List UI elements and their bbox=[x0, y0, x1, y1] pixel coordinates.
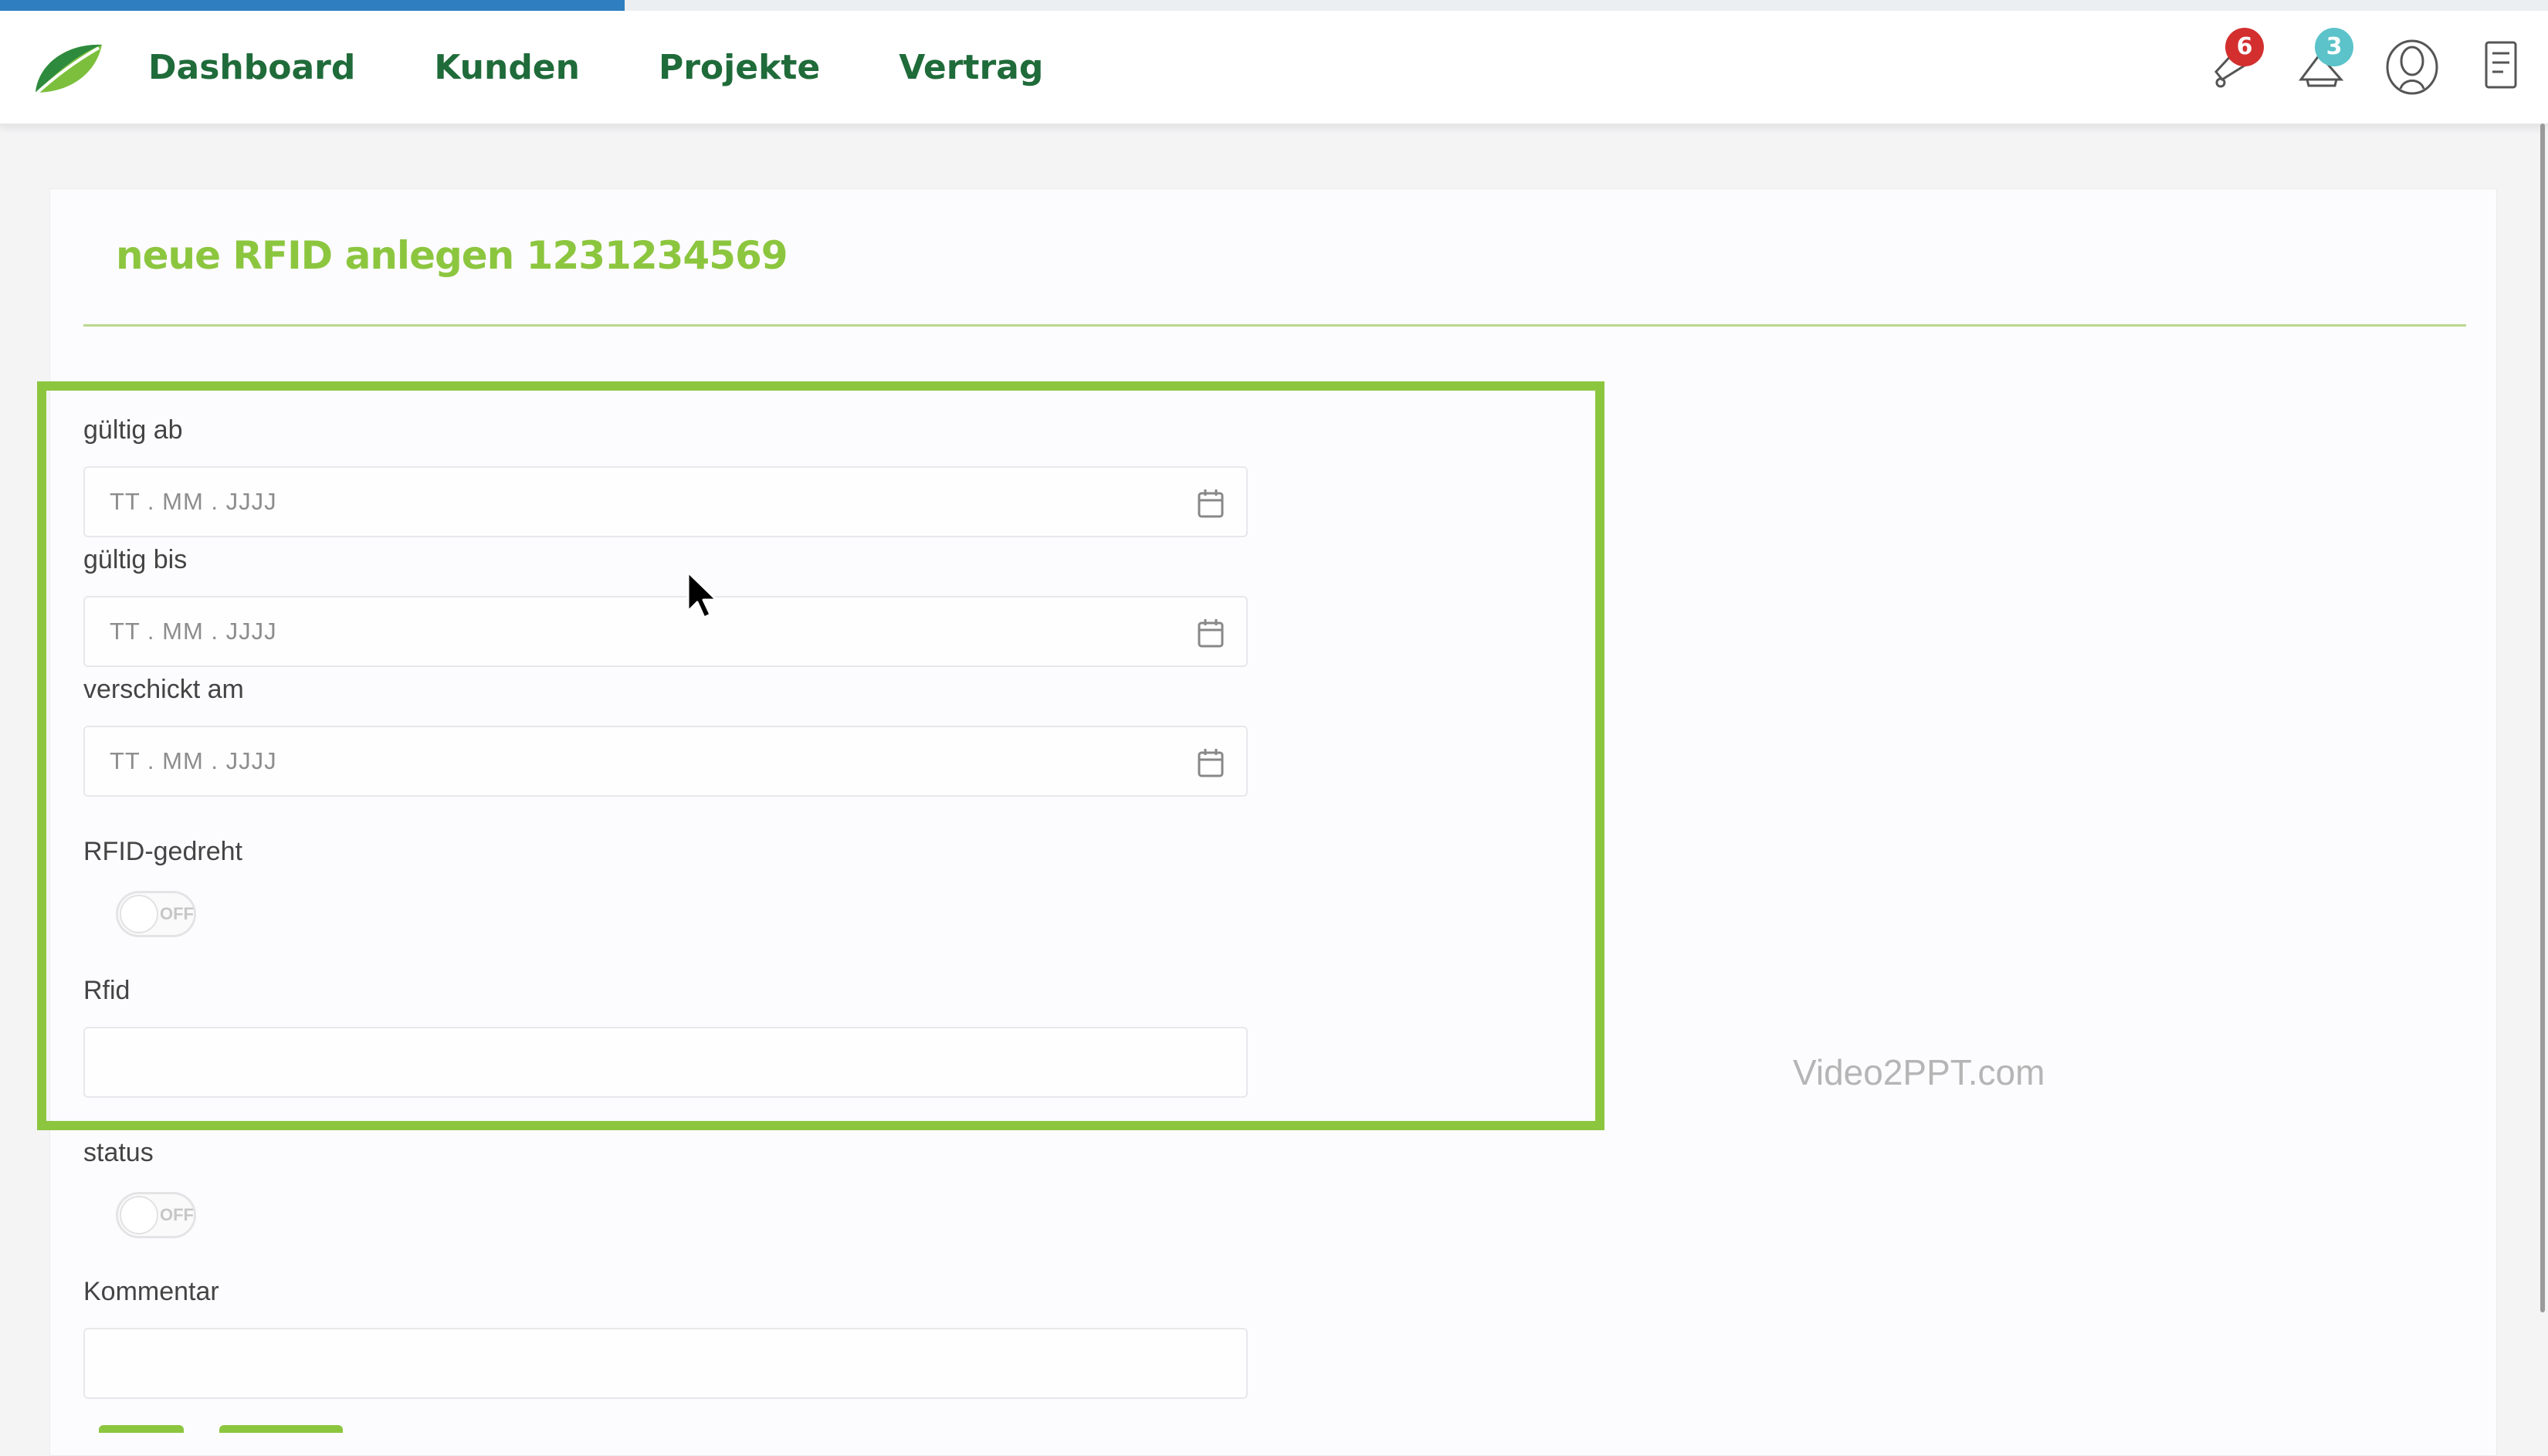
valid-to-placeholder: TT . MM . JJJJ bbox=[110, 618, 277, 645]
watermark: Video2PPT.com bbox=[1793, 1052, 2045, 1092]
valid-from-label: gültig ab bbox=[83, 415, 183, 445]
page-scrollbar[interactable] bbox=[2540, 124, 2545, 1312]
page-load-progress-fill bbox=[0, 0, 625, 11]
document-icon bbox=[2485, 41, 2517, 89]
nav-vertrag[interactable]: Vertrag bbox=[899, 40, 1043, 96]
status-label: status bbox=[83, 1138, 154, 1167]
toggle-knob bbox=[120, 1196, 158, 1234]
valid-to-date-input[interactable]: TT . MM . JJJJ bbox=[83, 596, 1248, 667]
leaf-logo-icon[interactable] bbox=[31, 39, 105, 99]
calendar-icon[interactable] bbox=[1197, 618, 1225, 648]
messages-button[interactable]: 3 bbox=[2292, 28, 2353, 100]
page-load-progress bbox=[0, 0, 2548, 11]
mouse-pointer-icon bbox=[686, 571, 718, 619]
calendar-icon[interactable] bbox=[1197, 747, 1225, 778]
rfid-rotated-label: RFID-gedreht bbox=[83, 837, 242, 866]
message-count-badge: 3 bbox=[2315, 28, 2353, 66]
title-divider bbox=[83, 324, 2466, 327]
page-title: neue RFID anlegen 1231234569 bbox=[116, 233, 788, 278]
cancel-button-partial[interactable] bbox=[219, 1425, 343, 1433]
toggle-state-label: OFF bbox=[160, 904, 194, 923]
calendar-icon[interactable] bbox=[1197, 488, 1225, 519]
valid-from-date-input[interactable]: TT . MM . JJJJ bbox=[83, 466, 1248, 537]
valid-to-label: gültig bis bbox=[83, 545, 188, 574]
sent-on-placeholder: TT . MM . JJJJ bbox=[110, 747, 277, 774]
profile-button[interactable] bbox=[2381, 31, 2443, 100]
comment-input[interactable] bbox=[83, 1328, 1248, 1399]
documents-button[interactable] bbox=[2471, 31, 2533, 100]
user-avatar-icon bbox=[2386, 39, 2438, 95]
rfid-label: Rfid bbox=[83, 976, 130, 1005]
header-actions: 6 3 bbox=[2202, 28, 2533, 100]
toggle-knob bbox=[120, 895, 158, 933]
notification-count-badge: 6 bbox=[2225, 28, 2264, 66]
rfid-input[interactable] bbox=[83, 1027, 1248, 1098]
toggle-state-label: OFF bbox=[160, 1205, 194, 1224]
sent-on-label: verschickt am bbox=[83, 675, 244, 704]
save-button-partial[interactable] bbox=[99, 1425, 184, 1433]
nav-kunden[interactable]: Kunden bbox=[434, 40, 580, 96]
status-toggle[interactable]: OFF bbox=[116, 1192, 196, 1238]
nav-projekte[interactable]: Projekte bbox=[659, 40, 820, 96]
sent-on-date-input[interactable]: TT . MM . JJJJ bbox=[83, 726, 1248, 797]
top-navigation-bar: Dashboard Kunden Projekte Vertrag 6 3 bbox=[0, 0, 2548, 125]
nav-dashboard[interactable]: Dashboard bbox=[148, 40, 355, 96]
comment-label: Kommentar bbox=[83, 1277, 219, 1306]
main-nav: Dashboard Kunden Projekte Vertrag bbox=[148, 40, 1043, 96]
valid-from-placeholder: TT . MM . JJJJ bbox=[110, 488, 277, 515]
rfid-rotated-toggle[interactable]: OFF bbox=[116, 891, 196, 937]
notifications-button[interactable]: 6 bbox=[2202, 28, 2264, 100]
